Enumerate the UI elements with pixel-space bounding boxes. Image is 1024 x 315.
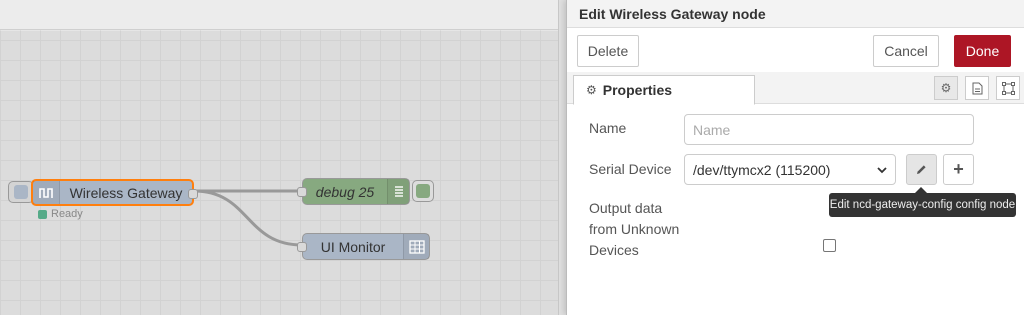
tray-title: Edit Wireless Gateway node xyxy=(567,0,1024,28)
gateway-status-text: Ready xyxy=(51,208,83,220)
serial-device-row: Serial Device xyxy=(589,161,671,177)
gateway-output-port[interactable] xyxy=(188,189,198,199)
tab-properties[interactable]: ⚙ Properties xyxy=(573,75,755,105)
edit-node-tray: Edit Wireless Gateway node Delete Cancel… xyxy=(566,0,1024,315)
debug-node[interactable]: debug 25 xyxy=(297,178,410,205)
gear-icon: ⚙ xyxy=(586,83,597,97)
name-row: Name xyxy=(589,120,626,136)
name-label: Name xyxy=(589,120,627,136)
serial-device-label: Serial Device xyxy=(589,161,672,177)
gateway-node-label: Wireless Gateway xyxy=(69,184,183,201)
gateway-status: Ready xyxy=(38,208,83,220)
tray-toolbar: Delete Cancel Done xyxy=(567,28,1024,72)
debug-toggle-button[interactable] xyxy=(412,180,434,202)
wires xyxy=(193,189,303,247)
wireless-gateway-node[interactable]: Wireless Gateway xyxy=(31,179,198,206)
ui-monitor-node[interactable]: UI Monitor xyxy=(297,233,430,260)
name-input[interactable] xyxy=(684,114,974,145)
wave-icon xyxy=(33,181,60,204)
edit-config-button[interactable] xyxy=(906,154,937,185)
debug-input-port[interactable] xyxy=(297,187,307,197)
serial-device-select[interactable]: /dev/ttymcx2 (115200) xyxy=(684,154,896,185)
cancel-button[interactable]: Cancel xyxy=(873,35,939,67)
status-dot-icon xyxy=(38,209,47,219)
plus-icon: + xyxy=(953,159,964,179)
panel-divider[interactable] xyxy=(558,0,566,315)
unknown-devices-checkbox[interactable] xyxy=(823,239,836,252)
serial-device-value: /dev/ttymcx2 (115200) xyxy=(693,161,831,178)
list-icon xyxy=(387,179,409,204)
pencil-icon xyxy=(916,162,927,178)
tab-properties-label: Properties xyxy=(602,82,673,98)
add-config-button[interactable]: + xyxy=(943,154,974,185)
delete-button[interactable]: Delete xyxy=(577,35,639,67)
done-button[interactable]: Done xyxy=(954,35,1011,67)
edit-config-tooltip: Edit ncd-gateway-config config node xyxy=(829,187,1016,217)
tab-settings-gear-icon[interactable]: ⚙ xyxy=(934,76,958,100)
tab-appearance-icon[interactable] xyxy=(996,76,1020,100)
chevron-down-icon xyxy=(877,163,887,177)
tray-tabs: ⚙ Properties ⚙ xyxy=(567,72,1024,105)
table-icon xyxy=(403,234,429,259)
tab-description-icon[interactable] xyxy=(965,76,989,100)
unknown-devices-label: Output data from Unknown Devices xyxy=(589,200,680,258)
flow-workspace[interactable]: Wireless Gateway Ready debug 25 UI Monit… xyxy=(0,0,566,315)
ui-monitor-input-port[interactable] xyxy=(297,242,307,252)
